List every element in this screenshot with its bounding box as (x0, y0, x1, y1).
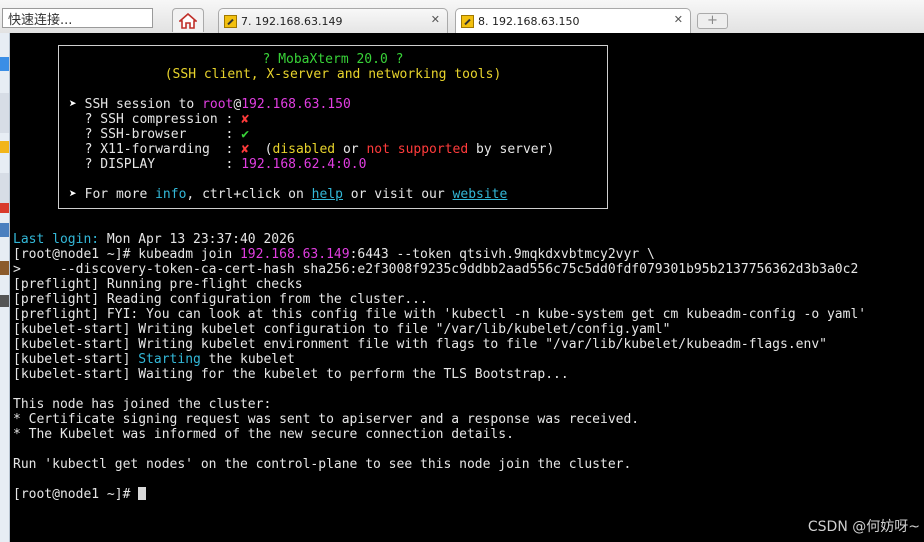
tab-label: 8. 192.168.63.150 (478, 15, 580, 28)
quick-connect-input[interactable] (2, 8, 153, 28)
text-cursor (138, 487, 147, 500)
help-link[interactable]: help (312, 187, 343, 202)
last-login-line: Last login: Mon Apr 13 23:37:40 2026 (13, 232, 295, 247)
output-line: [kubelet-start] Writing kubelet environm… (13, 337, 827, 352)
output-line: [preflight] Running pre-flight checks (13, 277, 303, 292)
wrench-icon (224, 14, 237, 28)
command-line: [root@node1 ~]# kubeadm join 192.168.63.… (13, 247, 655, 262)
sessions-label[interactable] (0, 93, 9, 133)
output-line: * The Kubelet was informed of the new se… (13, 427, 514, 442)
welcome-banner: ? MobaXterm 20.0 ? (SSH client, X-server… (58, 45, 608, 209)
plus-icon: + (707, 13, 718, 28)
tab-bar: 7. 192.168.63.149 ✕ 8. 192.168.63.150 ✕ … (0, 0, 924, 34)
output-line: * Certificate signing request was sent t… (13, 412, 640, 427)
close-icon[interactable]: ✕ (674, 13, 683, 26)
info-link[interactable]: info (155, 187, 186, 202)
wrench-icon (461, 15, 474, 28)
output-line: [kubelet-start] Waiting for the kubelet … (13, 367, 569, 382)
tools-icon[interactable] (0, 203, 9, 213)
cross-icon: ✘ (241, 112, 250, 127)
star-icon[interactable] (0, 141, 9, 153)
home-icon (179, 12, 197, 29)
watermark: CSDN @何妨呀~ (807, 519, 920, 535)
output-line: [preflight] Reading configuration from t… (13, 292, 428, 307)
output-line: [kubelet-start] Starting the kubelet (13, 352, 295, 367)
terminal-area[interactable]: ? MobaXterm 20.0 ? (SSH client, X-server… (10, 33, 924, 542)
check-icon: ✔ (241, 127, 250, 142)
close-icon[interactable]: ✕ (431, 13, 440, 26)
output-line: Run 'kubectl get nodes' on the control-p… (13, 457, 632, 472)
output-line: [kubelet-start] Writing kubelet configur… (13, 322, 671, 337)
tools-label[interactable] (0, 173, 9, 203)
banner-subtitle: (SSH client, X-server and networking too… (164, 67, 502, 82)
ssh-session-line: ➤ SSH session to root@192.168.63.150 (69, 97, 351, 112)
output-line: This node has joined the cluster: (13, 397, 272, 412)
cross-icon: ✘ (241, 142, 250, 157)
macros-icon[interactable] (0, 223, 9, 237)
tab-session-7[interactable]: 7. 192.168.63.149 ✕ (218, 8, 448, 33)
more-info-line: ➤ For more info, ctrl+click on help or v… (69, 187, 508, 202)
side-panel-strip[interactable] (0, 33, 10, 542)
banner-title: ? MobaXterm 20.0 ? (262, 52, 404, 67)
sessions-icon[interactable] (0, 57, 9, 71)
tab-session-8[interactable]: 8. 192.168.63.150 ✕ (455, 8, 691, 34)
arrow-icon: ➤ (69, 187, 77, 202)
ssh-browser-line: ? SSH-browser : ✔ (69, 127, 250, 142)
misc-icon[interactable] (0, 295, 9, 307)
new-tab-button[interactable]: + (697, 13, 728, 29)
command-continuation: > --discovery-token-ca-cert-hash sha256:… (13, 262, 859, 277)
sftp-icon[interactable] (0, 261, 9, 275)
output-line: [preflight] FYI: You can look at this co… (13, 307, 867, 322)
current-prompt[interactable]: [root@node1 ~]# (13, 487, 147, 502)
home-tab-button[interactable] (172, 8, 204, 32)
tab-label: 7. 192.168.63.149 (241, 14, 343, 28)
arrow-icon: ➤ (69, 97, 77, 112)
x11-forwarding-line: ? X11-forwarding : ✘ (disabled or not su… (69, 142, 555, 157)
website-link[interactable]: website (453, 187, 508, 202)
ssh-compression-line: ? SSH compression : ✘ (69, 112, 250, 127)
display-line: ? DISPLAY : 192.168.62.4:0.0 (69, 157, 367, 172)
